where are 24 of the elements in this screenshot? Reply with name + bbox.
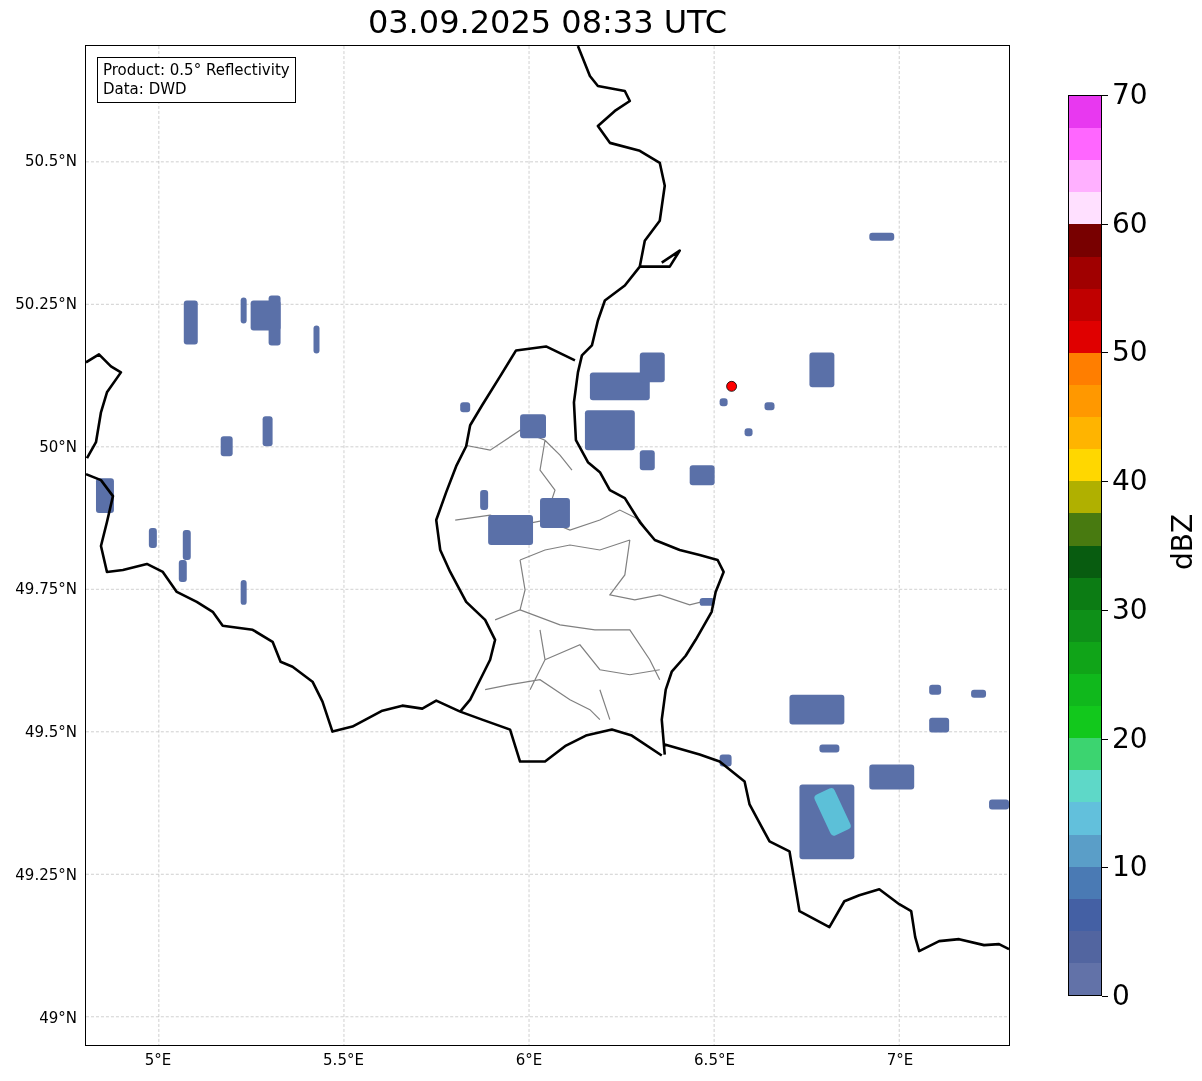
latitude-label: 49.75°N xyxy=(15,580,77,599)
longitude-label: 6.5°E xyxy=(694,1051,735,1069)
latitude-label: 49°N xyxy=(39,1008,77,1027)
chart-title: 03.09.2025 08:33 UTC xyxy=(366,2,729,43)
longitude-label: 6°E xyxy=(515,1051,543,1069)
colorbar-tick-label: 0 xyxy=(1112,981,1130,1011)
colorbar-tick-label: 50 xyxy=(1112,337,1148,368)
info-text: Data: DWD xyxy=(103,80,188,99)
longitude-label: 5°E xyxy=(144,1051,172,1069)
latitude-label: 50.25°N xyxy=(15,294,77,313)
colorbar-tick-label: 20 xyxy=(1112,723,1148,754)
colorbar-tick-label: 60 xyxy=(1112,208,1148,239)
colorbar-tick-label: 40 xyxy=(1112,466,1148,497)
latitude-label: 49.25°N xyxy=(15,866,77,884)
latitude-label: 49.5°N xyxy=(24,723,77,742)
colorbar-label: dBZ xyxy=(1168,513,1198,570)
latitude-label: 50°N xyxy=(39,437,77,456)
longitude-label: 7°E xyxy=(886,1051,914,1069)
colorbar-tick-label: 30 xyxy=(1112,594,1148,625)
colorbar-tick-label: 10 xyxy=(1112,852,1148,883)
info-text: Product: 0.5° Reflectivity xyxy=(103,61,290,80)
longitude-label: 5.5°E xyxy=(323,1051,364,1069)
latitude-label: 50.5°N xyxy=(24,152,77,170)
colorbar-tick-label: 70 xyxy=(1112,80,1148,110)
